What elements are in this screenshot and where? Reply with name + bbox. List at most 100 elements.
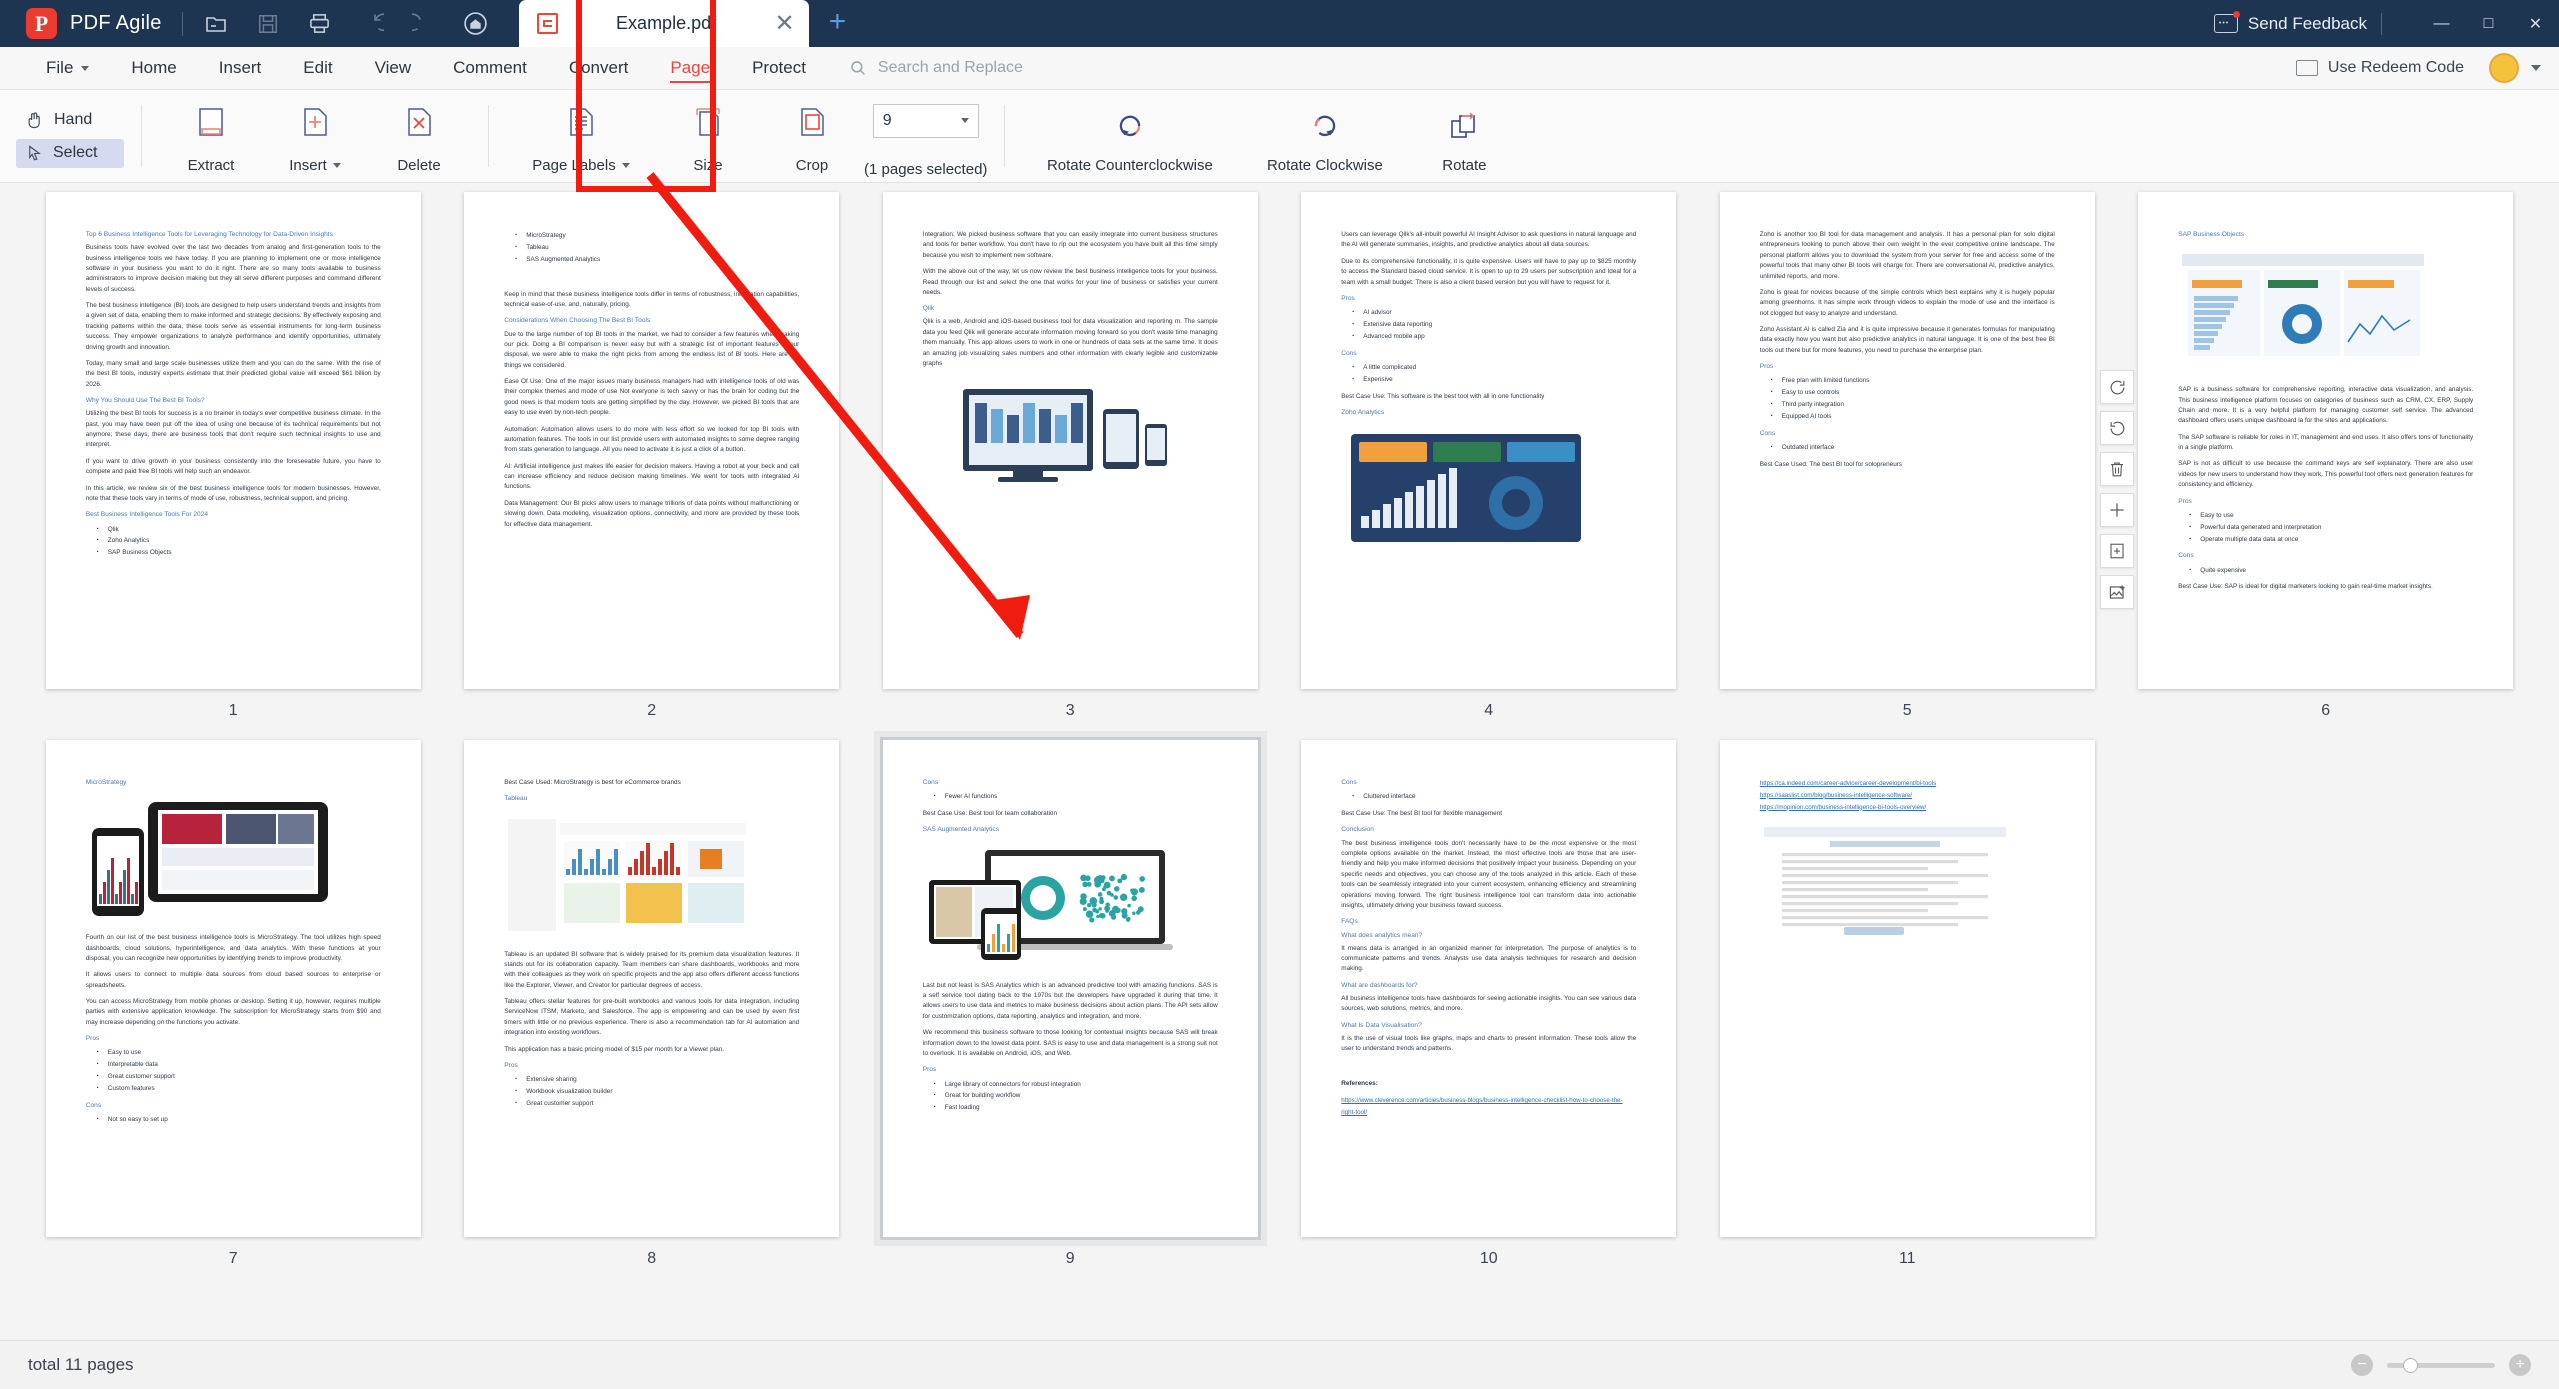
page-thumbnail[interactable]: Zoho is another too BI tool for data man… [1720,192,2095,689]
new-tab-button[interactable]: + [829,7,847,37]
page-thumbnail-cell: MicroStrategyTableauSAS Augmented Analyt… [447,192,858,720]
page-thumbnail[interactable]: Best Case Used: MicroStrategy is best fo… [464,740,839,1237]
page-thumbnail[interactable]: Cons Cluttered interface Best Case Use: Th… [1301,740,1676,1237]
page-paragraph: Best Case Use: SAP is ideal for digital … [2178,582,2473,592]
page-bullet-item: Tableau [526,242,799,254]
zoom-slider[interactable] [2387,1363,2495,1368]
maximize-button[interactable]: □ [2465,0,2512,47]
cursor-icon [25,144,44,163]
delete-button[interactable]: Delete [367,95,471,177]
menu-item-edit[interactable]: Edit [282,47,353,90]
print-icon[interactable] [307,11,333,37]
page-heading: Considerations When Choosing The Best BI… [504,316,799,326]
menu-item-insert[interactable]: Insert [198,47,283,90]
zoom-slider-thumb[interactable] [2403,1358,2418,1373]
rotate-button[interactable]: Rotate [1412,95,1516,177]
menu-item-page[interactable]: Page [649,47,731,90]
page-bullet-item: Quite expensive [2200,565,2473,577]
page-thumbnail[interactable]: https://ca.indeed.com/career-advice/care… [1720,740,2095,1237]
page-thumbnail[interactable]: MicroStrategy Fourth on our list of the b… [46,740,421,1237]
page-thumbnail[interactable]: Integration: We picked business software… [883,192,1258,689]
menu-item-view[interactable]: View [354,47,433,90]
rotate-cw-icon[interactable] [2100,370,2134,404]
page-artwork-sap-dashboard [2178,250,2473,375]
chevron-down-icon[interactable] [622,163,630,168]
avatar[interactable] [2489,53,2519,83]
menu-item-home[interactable]: Home [110,47,197,90]
page-paragraph: Integration: We picked business software… [923,230,1218,261]
extract-button[interactable]: Extract [159,95,263,177]
chevron-down-icon[interactable] [333,163,341,168]
chevron-down-icon[interactable] [81,66,89,71]
page-thumbnail[interactable]: MicroStrategyTableauSAS Augmented Analyt… [464,192,839,689]
rotate-ccw-icon[interactable] [2100,411,2134,445]
page-content: ConsFewer AI functionsBest Case Use: Bes… [883,740,1258,1237]
page-heading: Cons [1341,778,1636,788]
page-heading: Pros [86,1034,381,1044]
page-thumbnail[interactable]: Users can leverage Qilk's all-inbuilt po… [1301,192,1676,689]
page-link[interactable]: https://www.cleverence.com/articles/busi… [1341,1095,1636,1119]
page-paragraph: It is the use of visual tools like graph… [1341,1034,1636,1055]
add-image-icon[interactable] [2100,575,2134,609]
insert-button[interactable]: Insert [263,95,367,177]
rotate-clockwise-button[interactable]: Rotate Clockwise [1237,95,1412,177]
divider [1004,105,1005,167]
crop-button[interactable]: Crop [760,95,864,177]
plus-icon[interactable] [2100,493,2134,527]
page-thumbnail[interactable]: Top 6 Business Intelligence Tools for Le… [46,192,421,689]
close-window-button[interactable]: ✕ [2512,0,2559,47]
minimize-button[interactable]: — [2418,0,2465,47]
page-artwork-web-article [1760,823,2055,948]
chevron-down-icon[interactable] [2531,65,2541,71]
page-number-value: 9 [883,112,892,130]
page-thumbnail[interactable]: Cons Fewer AI functions Best Case Use: Bes… [883,740,1258,1237]
page-link[interactable]: https://mopinion.com/business-intelligen… [1760,802,2055,814]
undo-icon[interactable] [359,11,385,37]
page-number-label: 10 [1480,1250,1498,1268]
zoom-out-button[interactable]: − [2351,1354,2373,1376]
menu-item-comment[interactable]: Comment [432,47,548,90]
page-paragraph: SAP is a business software for comprehen… [2178,385,2473,427]
menu-item-protect[interactable]: Protect [731,47,827,90]
page-paragraph: Best Case Use: Best tool for team collab… [923,809,1218,819]
menu-item-convert[interactable]: Convert [548,47,650,90]
save-icon[interactable] [255,11,281,37]
chevron-down-icon[interactable] [961,118,969,123]
page-thumbnail-cell: Best Case Used: MicroStrategy is best fo… [447,740,858,1268]
page-link[interactable]: https://saaslist.com/blog/business-intel… [1760,790,2055,802]
document-tab[interactable]: Example.pdf ✕ [519,0,809,47]
page-artwork-dashboard-charts [1341,428,1636,553]
page-bullet-list: Extensive sharingWorkbook visualization … [504,1074,799,1110]
page-heading: Pros [1341,294,1636,304]
page-bullet-item: Custom features [108,1083,381,1095]
size-button[interactable]: Size [656,95,760,177]
page-labels-label: Page Labels [532,157,615,174]
open-folder-icon[interactable] [203,11,229,37]
home-icon[interactable] [463,11,489,37]
page-number-input[interactable]: 9 [873,104,979,138]
page-labels-button[interactable]: Page Labels [506,95,656,177]
zoom-in-button[interactable]: + [2509,1354,2531,1376]
page-content: MicroStrategyTableauSAS Augmented Analyt… [464,192,839,689]
page-bullet-item: Fewer AI functions [945,791,1218,803]
page-artwork-tableau-dashboard [504,815,799,940]
use-redeem-code-button[interactable]: Use Redeem Code [2296,59,2464,77]
menu-item-file[interactable]: File [25,47,110,90]
document-tab-strip: Example.pdf ✕ + [519,0,847,47]
redo-icon[interactable] [411,11,437,37]
page-thumbnail-canvas[interactable]: Top 6 Business Intelligence Tools for Le… [0,184,2559,1340]
page-bullet-list: MicroStrategyTableauSAS Augmented Analyt… [504,230,799,266]
delete-icon[interactable] [2100,452,2134,486]
search-and-replace[interactable]: Search and Replace [849,59,1023,77]
page-link[interactable]: https://ca.indeed.com/career-advice/care… [1760,778,2055,790]
select-tool-button[interactable]: Select [16,139,124,168]
menu-item-label: Page [670,58,710,78]
extract-page-icon [196,107,226,143]
page-thumbnail[interactable]: SAP Business Objects SAP is a business so… [2138,192,2513,689]
send-feedback-button[interactable]: ••• Send Feedback [2214,14,2367,34]
add-page-icon[interactable] [2100,534,2134,568]
hand-tool-button[interactable]: Hand [16,105,124,135]
rotate-counterclockwise-button[interactable]: Rotate Counterclockwise [1022,95,1237,177]
page-heading: What does analytics mean? [1341,931,1636,941]
close-tab-icon[interactable]: ✕ [775,12,795,36]
